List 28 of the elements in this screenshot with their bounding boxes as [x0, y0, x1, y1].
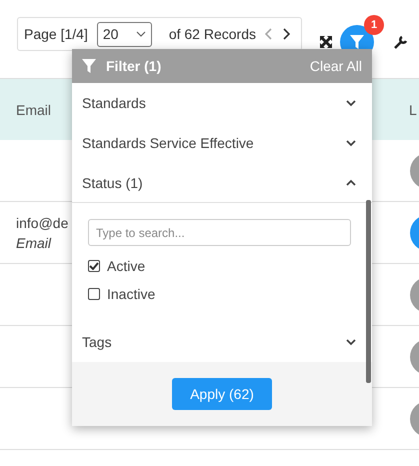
next-page-icon[interactable] [282, 28, 290, 40]
chevron-down-icon [136, 31, 146, 37]
checkbox[interactable] [88, 288, 100, 300]
chevron-up-icon [346, 179, 356, 186]
column-header: Email [16, 102, 52, 118]
wrench-icon[interactable] [394, 35, 408, 49]
chevron-down-icon [346, 338, 356, 346]
filter-title: Filter (1) [106, 58, 162, 74]
filter-section-header[interactable]: Status (1) [72, 163, 372, 203]
filter-section-header[interactable]: Standards [72, 83, 372, 123]
page-label: Page [1/4] [24, 26, 88, 42]
page-size-select[interactable]: 20 [96, 22, 152, 46]
status-option[interactable]: Inactive [88, 286, 352, 302]
records-count: of 62 Records [168, 26, 256, 42]
filter-count-badge: 1 [364, 15, 384, 35]
status-option[interactable]: Active [88, 258, 352, 274]
email-label: Email [16, 234, 52, 252]
email-text: info@de [16, 214, 68, 232]
filter-section-header[interactable]: Tags [72, 322, 372, 362]
search-field[interactable]: Type to search... [88, 219, 351, 246]
chevron-down-icon [346, 140, 356, 146]
filter-section-header[interactable]: Standards Service Effective [72, 123, 372, 163]
expand-icon[interactable] [320, 36, 332, 48]
filter-icon [82, 59, 96, 73]
column-header: L [409, 102, 417, 118]
checkbox[interactable] [88, 260, 100, 272]
chevron-down-icon [346, 100, 356, 106]
scrollbar[interactable] [366, 200, 371, 383]
